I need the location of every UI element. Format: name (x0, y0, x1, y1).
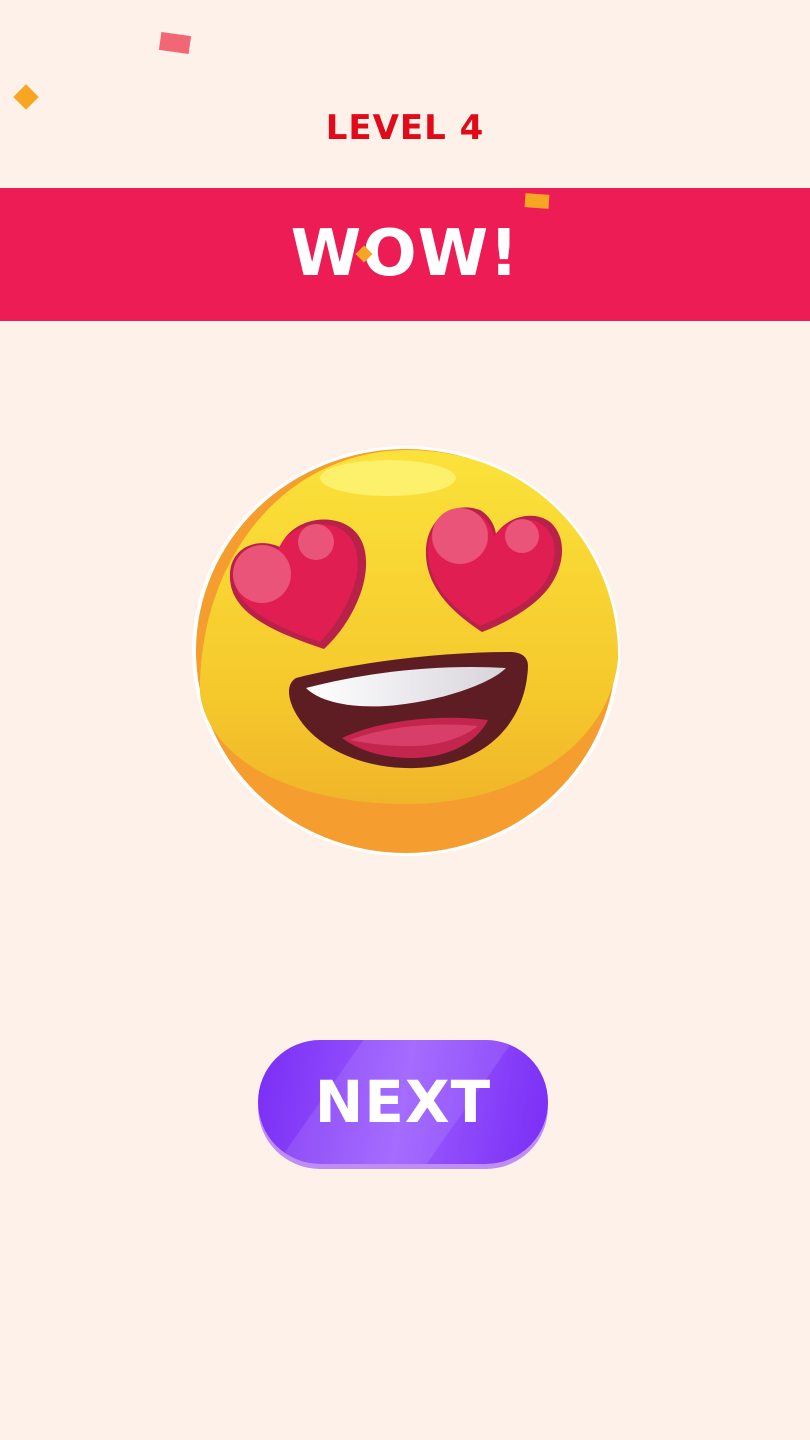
confetti-orange (524, 193, 550, 209)
next-button-label: NEXT (314, 1068, 492, 1136)
level-title: LEVEL 4 (325, 108, 485, 148)
confetti-orange-diamond (13, 84, 39, 110)
result-text: WOW! (290, 217, 520, 291)
next-button[interactable]: NEXT (258, 1040, 548, 1164)
confetti-pink (158, 31, 192, 55)
heart-eyes-emoji-icon (190, 444, 622, 858)
result-banner: WOW! (0, 188, 810, 321)
